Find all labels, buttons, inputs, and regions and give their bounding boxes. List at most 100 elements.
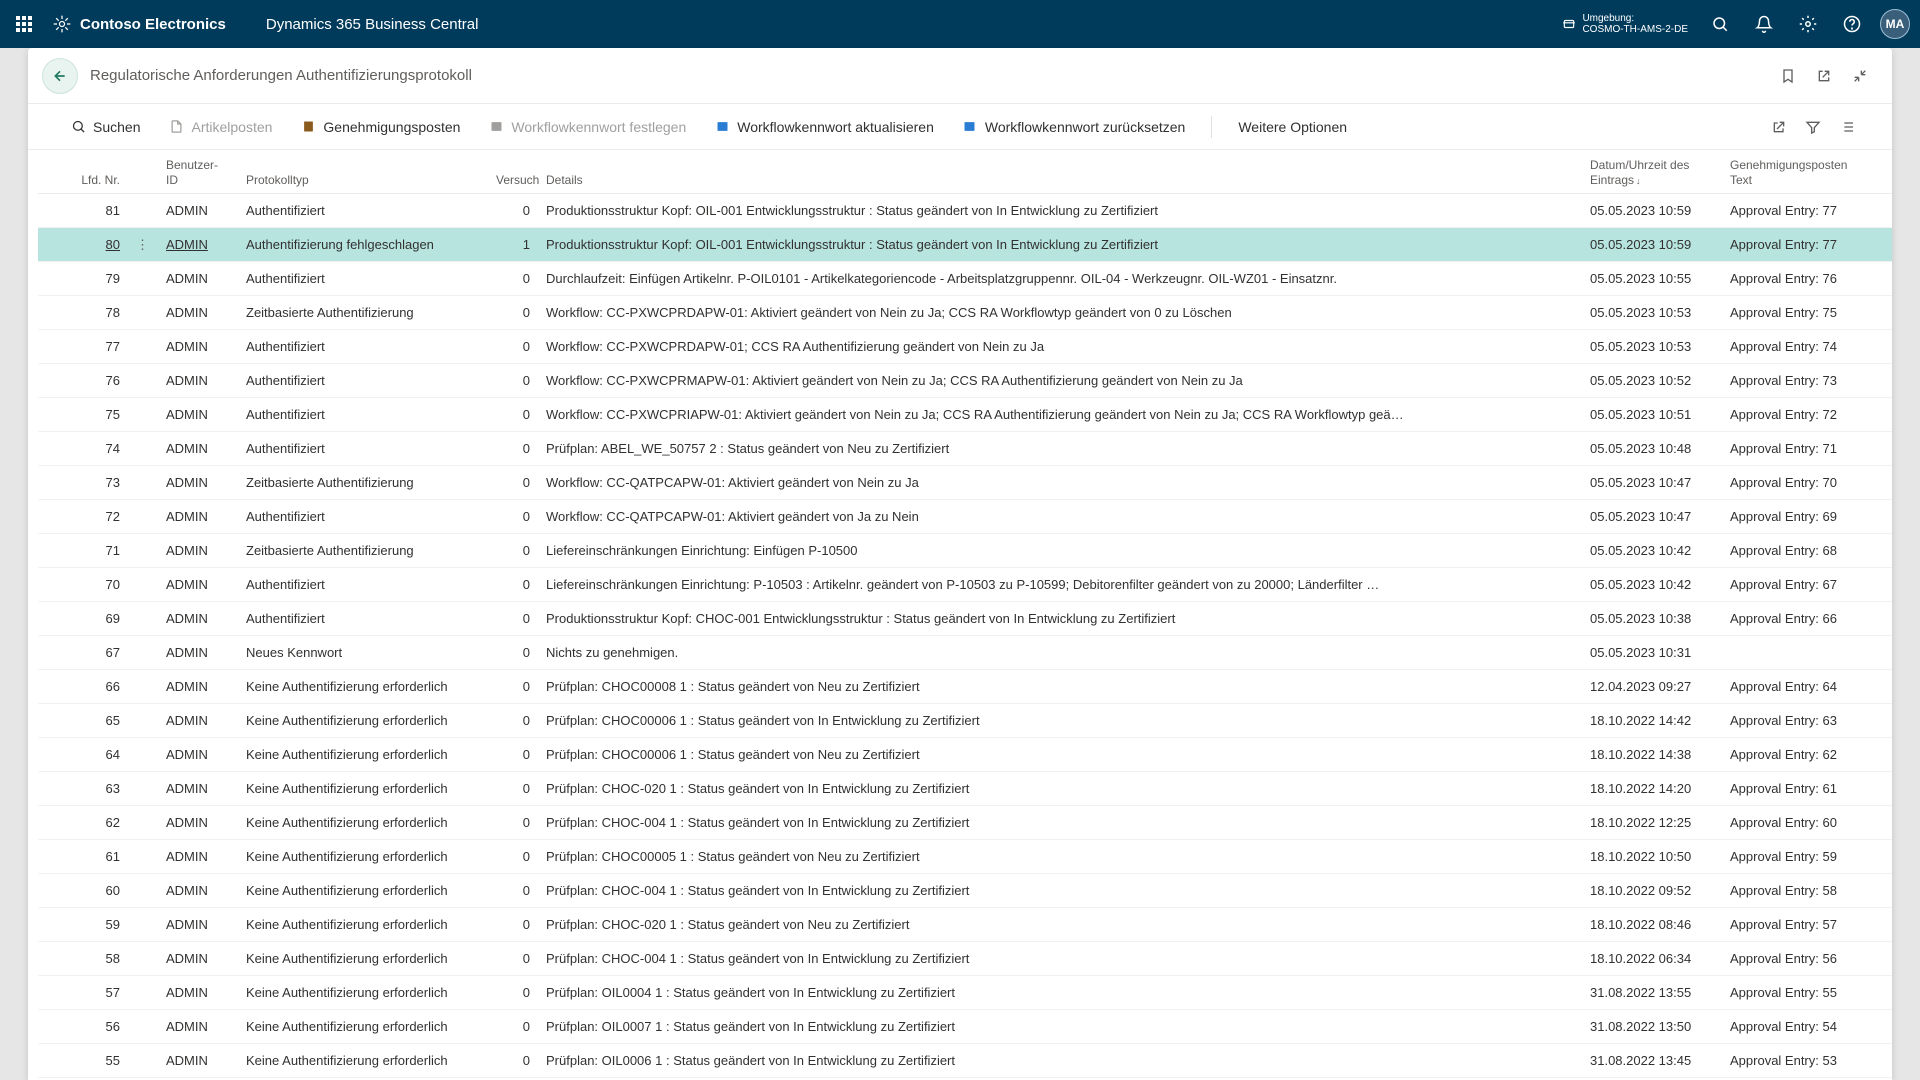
table-row[interactable]: 58⋮ADMINKeine Authentifizierung erforder… [38, 942, 1892, 976]
table-row[interactable]: 55⋮ADMINKeine Authentifizierung erforder… [38, 1044, 1892, 1078]
notifications-button[interactable] [1742, 0, 1786, 48]
cell-nr[interactable]: 73 [38, 475, 128, 490]
cell-user[interactable]: ADMIN [158, 271, 238, 286]
cell-nr[interactable]: 69 [38, 611, 128, 626]
table-row[interactable]: 69⋮ADMINAuthentifiziert0Produktionsstruk… [38, 602, 1892, 636]
cell-user[interactable]: ADMIN [158, 917, 238, 932]
settings-button[interactable] [1786, 0, 1830, 48]
cell-nr[interactable]: 72 [38, 509, 128, 524]
table-row[interactable]: 79⋮ADMINAuthentifiziert0Durchlaufzeit: E… [38, 262, 1892, 296]
cell-user[interactable]: ADMIN [158, 951, 238, 966]
cell-nr[interactable]: 58 [38, 951, 128, 966]
cell-nr[interactable]: 71 [38, 543, 128, 558]
cell-nr[interactable]: 59 [38, 917, 128, 932]
cell-nr[interactable]: 63 [38, 781, 128, 796]
table-row[interactable]: 61⋮ADMINKeine Authentifizierung erforder… [38, 840, 1892, 874]
cell-nr[interactable]: 76 [38, 373, 128, 388]
cell-user[interactable]: ADMIN [158, 1019, 238, 1034]
share-button[interactable] [1762, 104, 1796, 150]
cell-user[interactable]: ADMIN [158, 815, 238, 830]
cell-user[interactable]: ADMIN [158, 441, 238, 456]
cell-user[interactable]: ADMIN [158, 339, 238, 354]
cell-nr[interactable]: 67 [38, 645, 128, 660]
wf-update-action[interactable]: Workflowkennwort aktualisieren [700, 104, 948, 149]
table-row[interactable]: 60⋮ADMINKeine Authentifizierung erforder… [38, 874, 1892, 908]
table-row[interactable]: 71⋮ADMINZeitbasierte Authentifizierung0L… [38, 534, 1892, 568]
table-row[interactable]: 72⋮ADMINAuthentifiziert0Workflow: CC-QAT… [38, 500, 1892, 534]
row-menu-icon[interactable]: ⋮ [136, 237, 149, 252]
cell-nr[interactable]: 77 [38, 339, 128, 354]
cell-user[interactable]: ADMIN [158, 543, 238, 558]
cell-nr[interactable]: 81 [38, 203, 128, 218]
cell-user[interactable]: ADMIN [158, 679, 238, 694]
search-button[interactable] [1698, 0, 1742, 48]
cell-user[interactable]: ADMIN [158, 849, 238, 864]
table-row[interactable]: 59⋮ADMINKeine Authentifizierung erforder… [38, 908, 1892, 942]
product-name[interactable]: Dynamics 365 Business Central [266, 16, 479, 33]
table-row[interactable]: 66⋮ADMINKeine Authentifizierung erforder… [38, 670, 1892, 704]
table-row[interactable]: 81⋮ADMINAuthentifiziert0Produktionsstruk… [38, 194, 1892, 228]
cell-user[interactable]: ADMIN [158, 1053, 238, 1068]
search-action[interactable]: Suchen [56, 104, 154, 149]
cell-user[interactable]: ADMIN [158, 985, 238, 1000]
cell-nr[interactable]: 75 [38, 407, 128, 422]
cell-user[interactable]: ADMIN [158, 645, 238, 660]
user-avatar[interactable]: MA [1880, 9, 1910, 39]
cell-nr[interactable]: 66 [38, 679, 128, 694]
cell-user[interactable]: ADMIN [158, 509, 238, 524]
col-date[interactable]: Datum/Uhrzeit desEintrags↓ [1582, 158, 1722, 187]
cell-nr[interactable]: 60 [38, 883, 128, 898]
cell-user[interactable]: ADMIN [158, 883, 238, 898]
table-row[interactable]: 76⋮ADMINAuthentifiziert0Workflow: CC-PXW… [38, 364, 1892, 398]
collapse-button[interactable] [1842, 58, 1878, 94]
table-row[interactable]: 56⋮ADMINKeine Authentifizierung erforder… [38, 1010, 1892, 1044]
app-launcher-button[interactable] [0, 0, 48, 48]
cell-user[interactable]: ADMIN [158, 713, 238, 728]
table-row[interactable]: 80⋮ADMINAuthentifizierung fehlgeschlagen… [38, 228, 1892, 262]
cell-user[interactable]: ADMIN [158, 577, 238, 592]
cell-nr[interactable]: 79 [38, 271, 128, 286]
cell-nr[interactable]: 61 [38, 849, 128, 864]
table-row[interactable]: 65⋮ADMINKeine Authentifizierung erforder… [38, 704, 1892, 738]
popout-button[interactable] [1806, 58, 1842, 94]
cell-user[interactable]: ADMIN [158, 475, 238, 490]
cell-user[interactable]: ADMIN [158, 407, 238, 422]
cell-nr[interactable]: 57 [38, 985, 128, 1000]
col-try[interactable]: Versuch [488, 173, 538, 187]
bookmark-button[interactable] [1770, 58, 1806, 94]
cell-nr[interactable]: 70 [38, 577, 128, 592]
cell-nr[interactable]: 55 [38, 1053, 128, 1068]
col-nr[interactable]: Lfd. Nr. [38, 173, 128, 187]
environment-selector[interactable]: Umgebung: COSMO-TH-AMS-2-DE [1562, 13, 1688, 35]
cell-user[interactable]: ADMIN [158, 203, 238, 218]
table-row[interactable]: 64⋮ADMINKeine Authentifizierung erforder… [38, 738, 1892, 772]
help-button[interactable] [1830, 0, 1874, 48]
cell-nr[interactable]: 64 [38, 747, 128, 762]
cell-nr[interactable]: 56 [38, 1019, 128, 1034]
table-row[interactable]: 78⋮ADMINZeitbasierte Authentifizierung0W… [38, 296, 1892, 330]
cell-nr[interactable]: 80 [38, 237, 128, 252]
genehmigungsposten-action[interactable]: Genehmigungsposten [286, 104, 474, 149]
table-row[interactable]: 67⋮ADMINNeues Kennwort0Nichts zu genehmi… [38, 636, 1892, 670]
table-row[interactable]: 63⋮ADMINKeine Authentifizierung erforder… [38, 772, 1892, 806]
table-row[interactable]: 73⋮ADMINZeitbasierte Authentifizierung0W… [38, 466, 1892, 500]
cell-nr[interactable]: 65 [38, 713, 128, 728]
col-type[interactable]: Protokolltyp [238, 173, 488, 187]
list-view-button[interactable] [1830, 104, 1864, 150]
cell-user[interactable]: ADMIN [158, 747, 238, 762]
table-row[interactable]: 75⋮ADMINAuthentifiziert0Workflow: CC-PXW… [38, 398, 1892, 432]
table-row[interactable]: 57⋮ADMINKeine Authentifizierung erforder… [38, 976, 1892, 1010]
company-logo[interactable]: Contoso Electronics [52, 14, 226, 34]
cell-nr[interactable]: 78 [38, 305, 128, 320]
table-body[interactable]: 81⋮ADMINAuthentifiziert0Produktionsstruk… [38, 194, 1892, 1080]
cell-user[interactable]: ADMIN [158, 237, 238, 252]
table-row[interactable]: 70⋮ADMINAuthentifiziert0Liefereinschränk… [38, 568, 1892, 602]
more-options-action[interactable]: Weitere Optionen [1224, 104, 1361, 149]
cell-user[interactable]: ADMIN [158, 305, 238, 320]
cell-user[interactable]: ADMIN [158, 373, 238, 388]
cell-user[interactable]: ADMIN [158, 611, 238, 626]
cell-user[interactable]: ADMIN [158, 781, 238, 796]
back-button[interactable] [42, 58, 78, 94]
table-row[interactable]: 74⋮ADMINAuthentifiziert0Prüfplan: ABEL_W… [38, 432, 1892, 466]
wf-reset-action[interactable]: Workflowkennwort zurücksetzen [948, 104, 1199, 149]
